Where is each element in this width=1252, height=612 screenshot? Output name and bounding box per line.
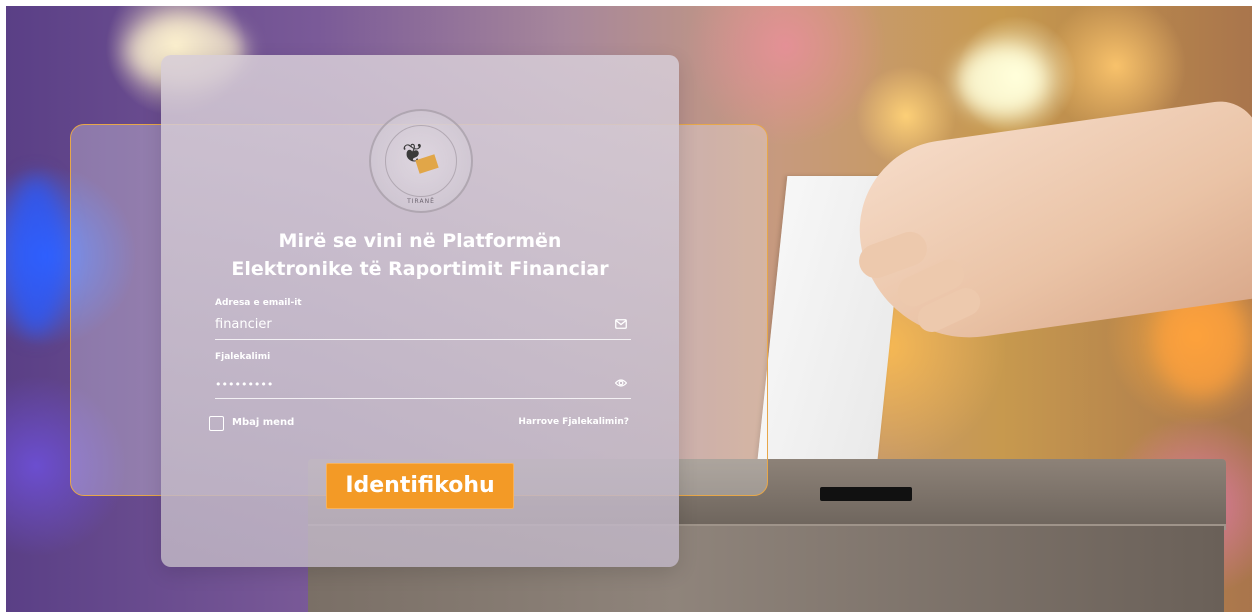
email-field[interactable]: financier [215, 310, 631, 340]
login-button[interactable]: Identifikohu [326, 463, 514, 509]
email-label: Adresa e email-it [215, 298, 302, 308]
forgot-password-link[interactable]: Harrove Fjalekalimin? [518, 417, 629, 427]
commission-seal-logo: ❦ TIRANË [369, 109, 473, 213]
password-field[interactable]: ••••••••• [215, 369, 631, 399]
password-label: Fjalekalimi [215, 352, 271, 362]
seal-city-text: TIRANË [407, 198, 435, 205]
remember-label[interactable]: Mbaj mend [232, 417, 294, 428]
mail-icon [615, 319, 627, 329]
bokeh-light [6, 176, 66, 336]
ballot-box-slot [820, 487, 912, 501]
page-title: Mirë se vini në Platformën Elektronike t… [161, 227, 679, 283]
email-value[interactable]: financier [215, 317, 272, 332]
password-value[interactable]: ••••••••• [215, 378, 273, 391]
bokeh-light [956, 46, 1046, 116]
title-line-2: Elektronike të Raportimit Financiar [231, 258, 609, 280]
title-line-1: Mirë se vini në Platformën [278, 230, 562, 252]
eye-icon[interactable] [615, 378, 627, 388]
remember-checkbox[interactable] [209, 416, 224, 431]
login-card: ❦ TIRANË Mirë se vini në Platformën Elek… [161, 55, 679, 567]
